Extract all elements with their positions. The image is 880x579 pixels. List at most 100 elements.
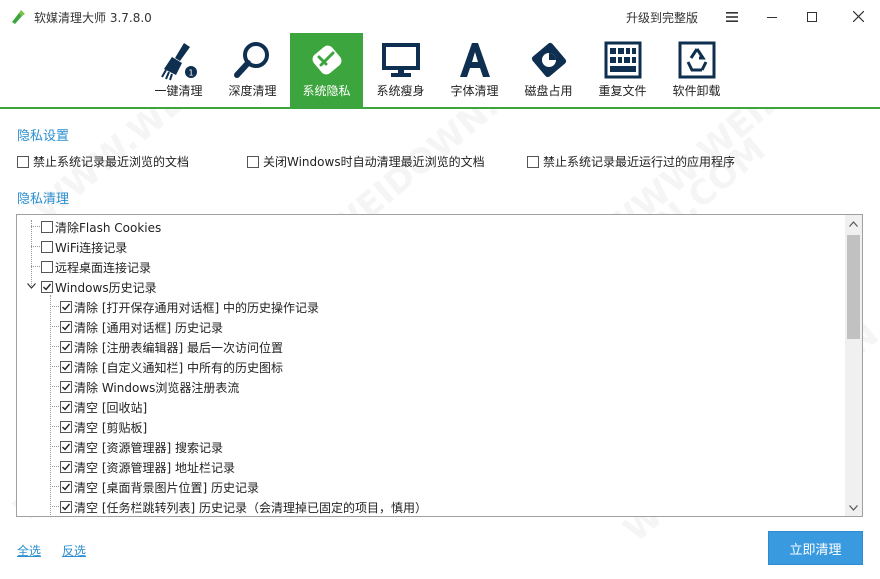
tab-software-uninstall[interactable]: 软件卸载 bbox=[660, 33, 733, 107]
minimize-button[interactable] bbox=[752, 0, 792, 33]
tree-item[interactable]: 清除Flash Cookies bbox=[41, 217, 161, 237]
tab-system-privacy[interactable]: 系统隐私 bbox=[290, 33, 363, 107]
tree-child-item[interactable]: 清除 [通用对话框] 历史记录 bbox=[60, 317, 223, 337]
option-label: 关闭Windows时自动清理最近浏览的文档 bbox=[263, 155, 485, 169]
checkbox-checked[interactable] bbox=[60, 481, 72, 493]
option-block-recent-docs[interactable]: 禁止系统记录最近浏览的文档 bbox=[17, 153, 189, 170]
checkbox-checked[interactable] bbox=[60, 321, 72, 333]
maximize-icon bbox=[807, 11, 817, 22]
scroll-down-button[interactable] bbox=[845, 499, 862, 516]
checkbox-checked[interactable] bbox=[60, 381, 72, 393]
privacy-settings-title: 隐私设置 bbox=[17, 129, 70, 144]
tab-label: 系统隐私 bbox=[302, 84, 351, 98]
check-icon bbox=[62, 403, 71, 411]
checkbox-checked[interactable] bbox=[60, 401, 72, 413]
checkbox-checked[interactable] bbox=[60, 501, 72, 513]
check-icon bbox=[62, 443, 71, 451]
tree-child-item[interactable]: 清除 [注册表编辑器] 最后一次访问位置 bbox=[60, 337, 283, 357]
checkbox-checked[interactable] bbox=[60, 361, 72, 373]
tree-guide bbox=[50, 326, 59, 327]
option-block-recent-apps[interactable]: 禁止系统记录最近运行过的应用程序 bbox=[527, 153, 735, 170]
monitor-icon bbox=[381, 43, 420, 77]
tree-child-item[interactable]: 清除 Windows浏览器注册表流 bbox=[60, 377, 239, 397]
tree-guide bbox=[50, 506, 59, 507]
tree-group-windows-history[interactable]: Windows历史记录 bbox=[41, 277, 157, 297]
checkbox-checked[interactable] bbox=[41, 281, 53, 293]
checkbox[interactable] bbox=[247, 155, 259, 168]
checkbox-checked[interactable] bbox=[60, 461, 72, 473]
option-clear-on-shutdown[interactable]: 关闭Windows时自动清理最近浏览的文档 bbox=[247, 153, 485, 170]
tree-item-label: 清空 [任务栏跳转列表] 历史记录（会清理掉已固定的项目，慎用） bbox=[74, 500, 427, 515]
tab-disk-usage[interactable]: 磁盘占用 bbox=[512, 33, 585, 107]
check-icon bbox=[62, 363, 71, 371]
tree-item-label: 清除 [自定义通知栏] 中所有的历史图标 bbox=[74, 360, 283, 375]
tab-system-slim[interactable]: 系统瘦身 bbox=[364, 33, 437, 107]
check-icon bbox=[62, 463, 71, 471]
tree-item-label: 清除 Windows浏览器注册表流 bbox=[74, 380, 240, 395]
tree-item-label: Windows历史记录 bbox=[55, 280, 157, 295]
check-icon bbox=[62, 323, 71, 331]
tree-guide bbox=[50, 446, 59, 447]
checkbox-checked[interactable] bbox=[60, 441, 72, 453]
tree-guide bbox=[50, 346, 59, 347]
checkbox[interactable] bbox=[41, 241, 53, 253]
chevron-down-icon bbox=[26, 283, 36, 289]
minimize-icon bbox=[767, 16, 777, 18]
tree-item-label: 清除 [注册表编辑器] 最后一次访问位置 bbox=[74, 340, 283, 355]
tree-child-item[interactable]: 清除 [打开保存通用对话框] 中的历史操作记录 bbox=[60, 297, 319, 317]
invert-selection-link[interactable]: 反选 bbox=[62, 542, 86, 559]
tree-child-item[interactable]: 清空 [资源管理器] 搜索记录 bbox=[60, 437, 223, 457]
maximize-button[interactable] bbox=[792, 0, 832, 33]
checkbox[interactable] bbox=[41, 221, 53, 233]
title-bar: 软媒清理大师 3.7.8.0 升级到完整版 bbox=[0, 0, 880, 33]
magnifier-icon bbox=[233, 42, 269, 78]
font-a-icon bbox=[459, 43, 490, 77]
tree-guide bbox=[50, 295, 51, 515]
tab-label: 磁盘占用 bbox=[524, 84, 573, 98]
check-icon bbox=[62, 483, 71, 491]
tree-child-item[interactable]: 清空 [回收站] bbox=[60, 397, 147, 417]
tree-child-item[interactable]: 清空 [桌面背景图片位置] 历史记录 bbox=[60, 477, 259, 497]
tab-label: 深度清理 bbox=[228, 84, 277, 98]
tab-label: 软件卸载 bbox=[672, 84, 721, 98]
checkbox[interactable] bbox=[527, 155, 539, 168]
upgrade-link[interactable]: 升级到完整版 bbox=[626, 9, 698, 26]
scroll-up-button[interactable] bbox=[845, 215, 862, 232]
tree-child-item[interactable]: 清除 [自定义通知栏] 中所有的历史图标 bbox=[60, 357, 283, 377]
option-label: 禁止系统记录最近运行过的应用程序 bbox=[543, 155, 736, 169]
scroll-thumb[interactable] bbox=[847, 235, 860, 339]
grid-files-icon bbox=[604, 41, 641, 79]
tree-item-label: 远程桌面连接记录 bbox=[55, 260, 152, 275]
tab-one-click-clean[interactable]: 1 一键清理 bbox=[142, 33, 215, 107]
checkbox-checked[interactable] bbox=[60, 301, 72, 313]
tab-label: 系统瘦身 bbox=[376, 84, 425, 98]
checkbox-checked[interactable] bbox=[60, 421, 72, 433]
check-icon bbox=[43, 283, 52, 291]
tree-item[interactable]: 远程桌面连接记录 bbox=[41, 257, 151, 277]
tab-duplicate-files[interactable]: 重复文件 bbox=[586, 33, 659, 107]
privacy-shield-icon bbox=[312, 45, 341, 75]
tree-guide bbox=[50, 486, 59, 487]
tree-item[interactable]: WiFi连接记录 bbox=[41, 237, 127, 257]
chevron-down-icon bbox=[849, 504, 858, 511]
vertical-scrollbar[interactable] bbox=[845, 215, 862, 516]
tree-item-label: WiFi连接记录 bbox=[55, 240, 128, 255]
checkbox[interactable] bbox=[17, 155, 29, 168]
expand-toggle[interactable] bbox=[26, 281, 36, 291]
tree-guide bbox=[31, 220, 32, 286]
checkbox-checked[interactable] bbox=[60, 341, 72, 353]
tree-child-item[interactable]: 清空 [资源管理器] 地址栏记录 bbox=[60, 457, 235, 477]
main-toolbar: 1 一键清理 深度清理 系统隐私 系统瘦身 字体清理 磁盘占用 重复文件 软件卸… bbox=[0, 33, 880, 109]
select-all-link[interactable]: 全选 bbox=[17, 542, 41, 559]
close-button[interactable] bbox=[836, 0, 880, 33]
tree-child-item[interactable]: 清空 [剪贴板] bbox=[60, 417, 147, 437]
clean-now-button[interactable]: 立即清理 bbox=[768, 531, 863, 565]
check-icon bbox=[62, 343, 71, 351]
check-icon bbox=[62, 383, 71, 391]
privacy-clean-tree[interactable]: 清除Flash Cookies WiFi连接记录 远程桌面连接记录 Window… bbox=[16, 214, 863, 517]
checkbox[interactable] bbox=[41, 261, 53, 273]
tab-deep-clean[interactable]: 深度清理 bbox=[216, 33, 289, 107]
tab-font-clean[interactable]: 字体清理 bbox=[438, 33, 511, 107]
tree-child-item[interactable]: 清空 [任务栏跳转列表] 历史记录（会清理掉已固定的项目，慎用） bbox=[60, 497, 427, 516]
menu-button[interactable] bbox=[712, 0, 752, 33]
